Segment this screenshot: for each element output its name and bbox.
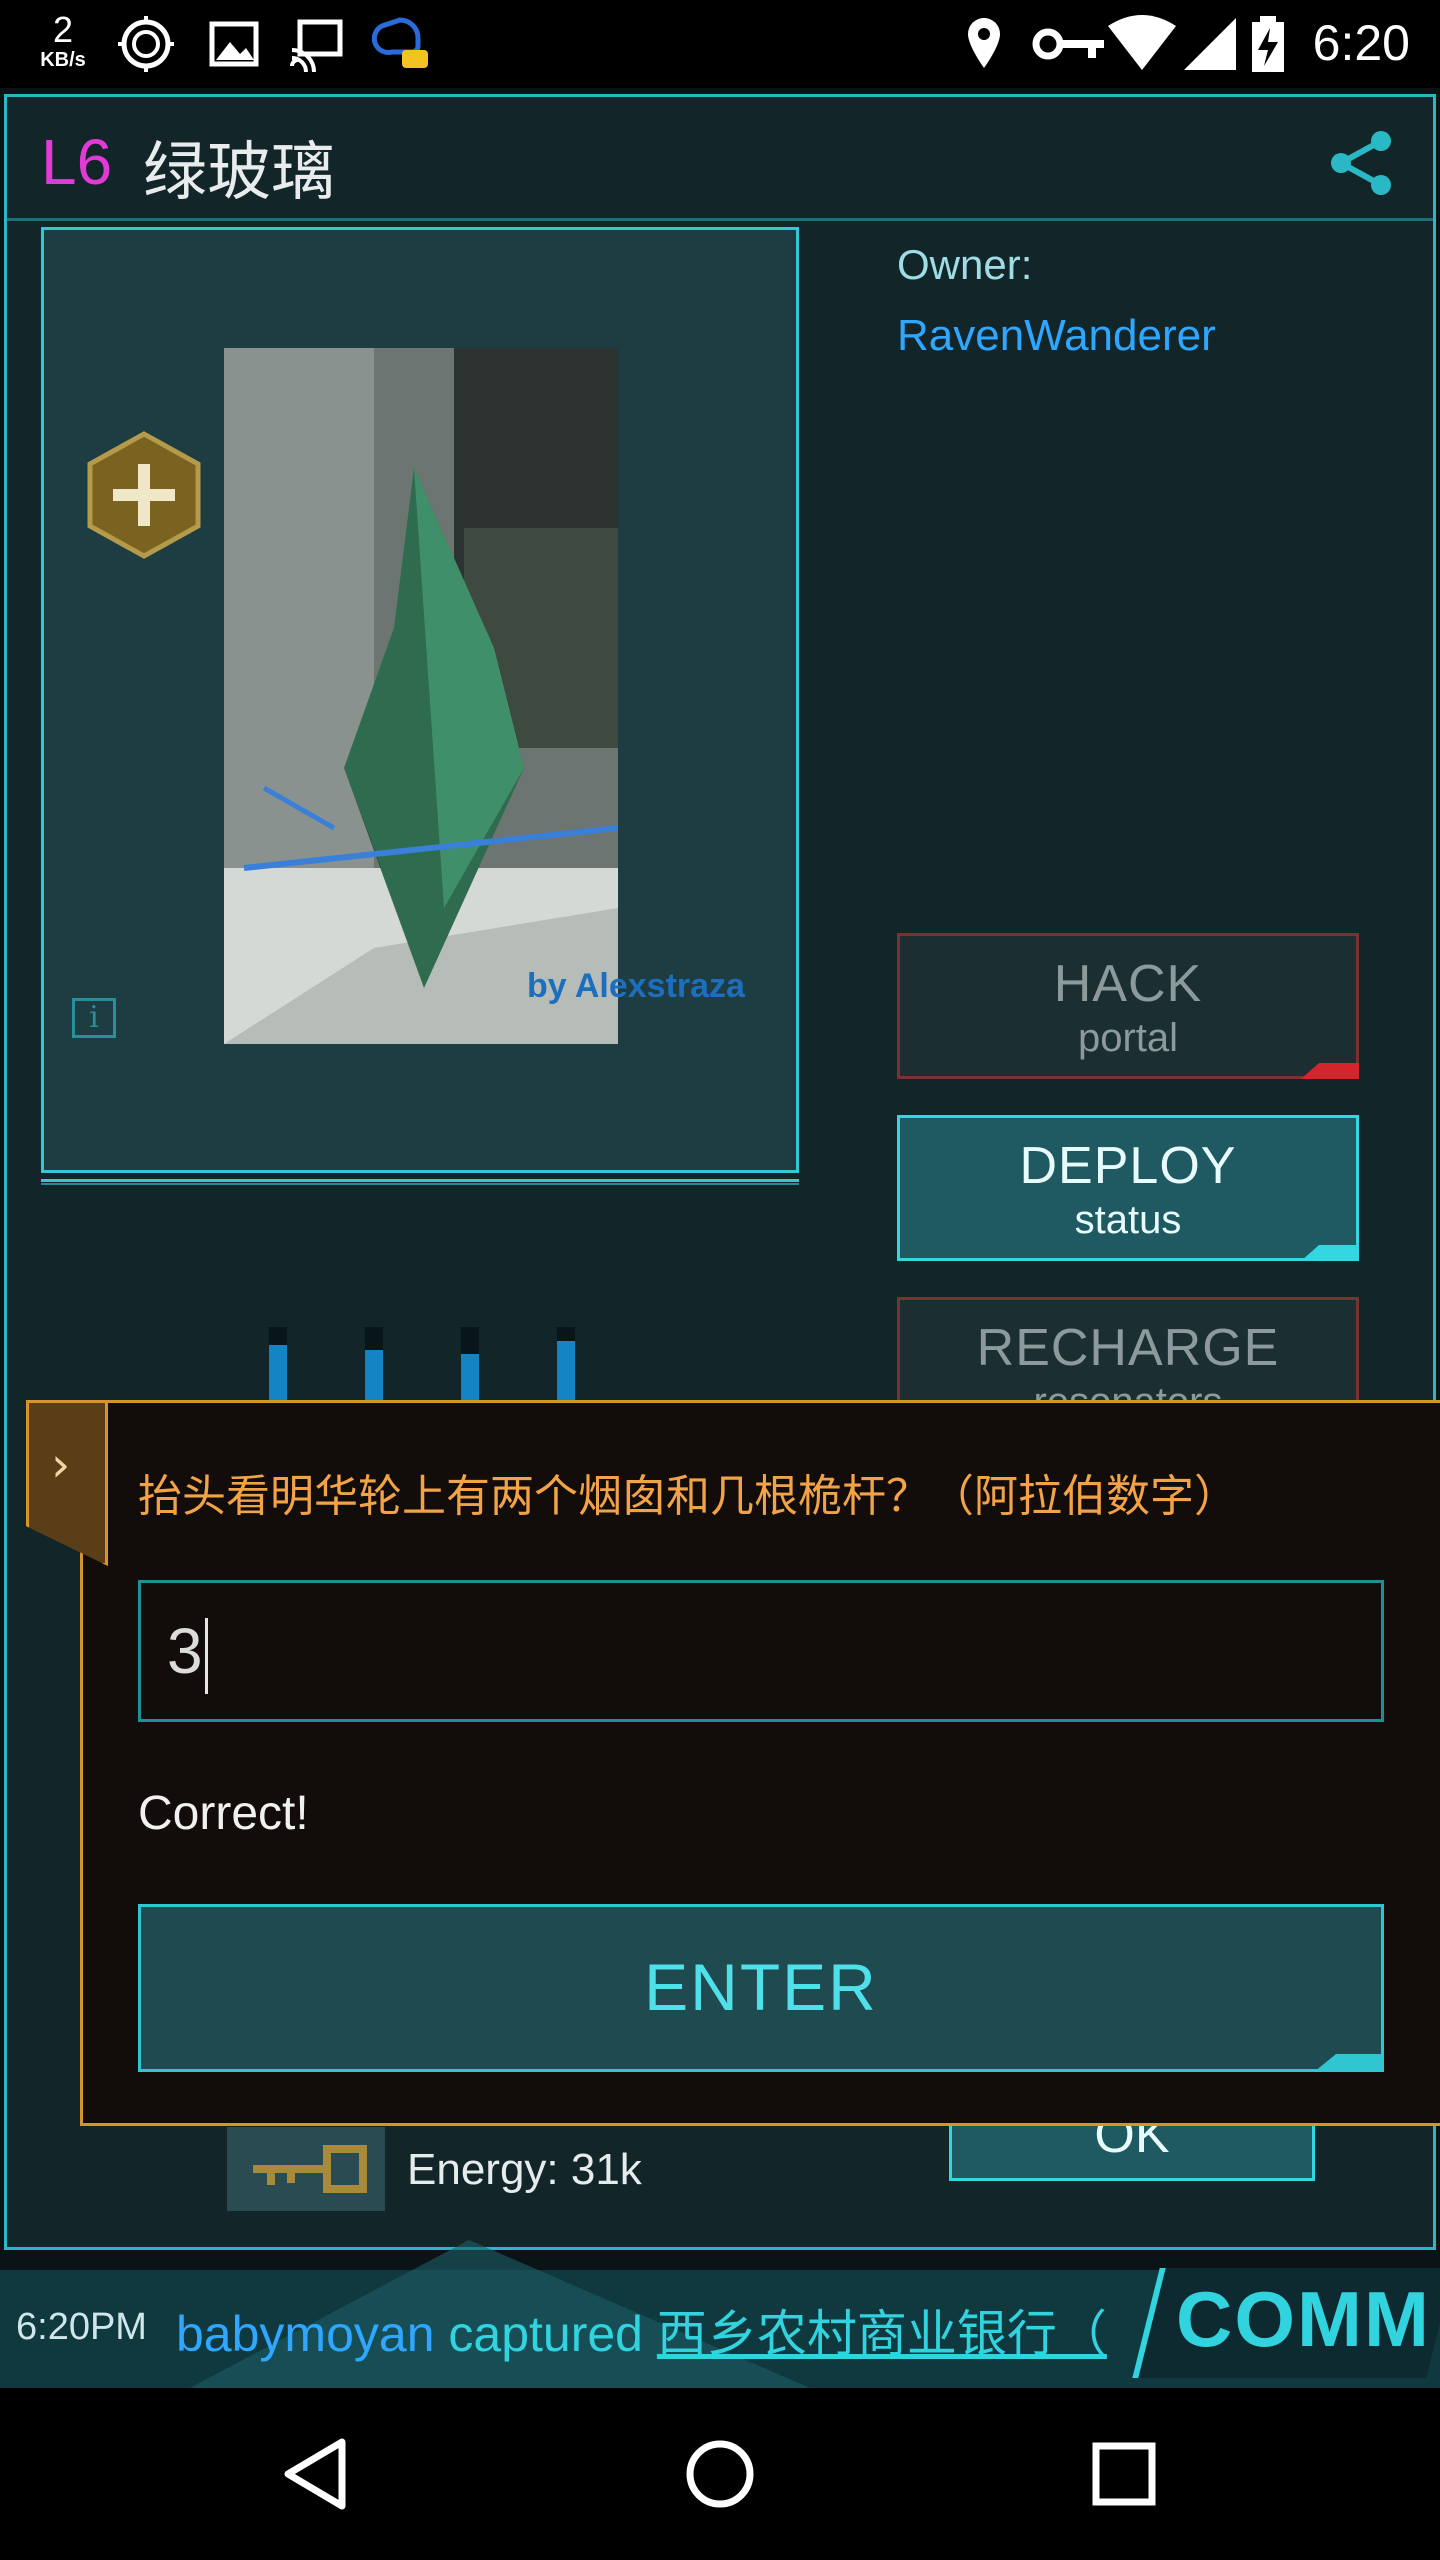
network-speed-unit: KB/s: [40, 49, 86, 71]
home-icon[interactable]: [670, 2424, 770, 2524]
network-speed-indicator: 2 KB/s: [30, 9, 96, 71]
gallery-icon: [209, 21, 259, 67]
deploy-button-label: DEPLOY: [1019, 1137, 1237, 1195]
deploy-button-corner: [1301, 1245, 1359, 1261]
share-icon[interactable]: [1325, 127, 1397, 199]
signal-icon: [1184, 18, 1236, 70]
portal-key-tile[interactable]: [227, 2127, 385, 2211]
hack-button-label: HACK: [1053, 955, 1203, 1013]
cast-icon: [290, 19, 343, 73]
dialog-question: 抬头看明华轮上有两个烟囱和几根桅杆？（阿拉伯数字）: [138, 1471, 1238, 1522]
portal-title-bar: L6 绿玻璃: [7, 97, 1433, 221]
portal-key-icon: [253, 2145, 367, 2193]
owner-label: Owner:: [897, 241, 1033, 288]
comm-portal-link[interactable]: 西乡农村商业银行（: [657, 2305, 1107, 2363]
navigation-bar: [0, 2388, 1440, 2560]
portal-info-icon[interactable]: i: [72, 998, 116, 1038]
hack-button-corner: [1301, 1063, 1359, 1079]
photo-credit[interactable]: by Alexstraza: [527, 967, 745, 1006]
chat-bubble-icon: [372, 17, 428, 68]
battery-icon: [1252, 16, 1284, 72]
deploy-button-sublabel: status: [1074, 1198, 1182, 1242]
deploy-status-button[interactable]: DEPLOY status: [897, 1115, 1359, 1261]
key-icon: [1032, 28, 1104, 60]
green-glass-sculpture-image: [224, 348, 618, 1044]
clock: 6:20: [1312, 15, 1410, 71]
back-icon[interactable]: [266, 2424, 366, 2524]
image-frame-underline: [41, 1179, 799, 1185]
portal-photo[interactable]: [224, 348, 618, 1044]
portal-name: 绿玻璃: [143, 136, 335, 210]
status-bar: 2 KB/s 6:20: [0, 0, 1440, 88]
network-speed-value: 2: [52, 9, 74, 50]
comm-action: captured: [448, 2306, 643, 2362]
answer-result: Correct!: [138, 1787, 309, 1840]
portal-level: L6: [41, 126, 113, 198]
answer-value: 3: [167, 1615, 203, 1687]
enter-button-corner: [1314, 2054, 1384, 2072]
text-caret: [204, 1618, 208, 1695]
energy-readout: Energy: 31k: [407, 2145, 642, 2194]
cpu-icon: [118, 16, 174, 72]
answer-input[interactable]: 3: [138, 1580, 1384, 1722]
owner-name[interactable]: RavenWanderer: [897, 311, 1216, 361]
wifi-icon: [1108, 15, 1176, 70]
comm-button-label[interactable]: COMM: [1176, 2274, 1431, 2365]
comm-timestamp: 6:20PM: [16, 2306, 147, 2348]
add-mod-icon[interactable]: [86, 430, 202, 560]
chevron-right-icon: ›: [51, 1437, 71, 1493]
location-icon: [968, 18, 1000, 68]
portal-image-frame: i: [41, 227, 799, 1173]
enter-button-label: ENTER: [644, 1950, 878, 2024]
hack-button-sublabel: portal: [1077, 1016, 1179, 1060]
enter-button[interactable]: ENTER: [138, 1904, 1384, 2072]
hack-portal-button[interactable]: HACK portal: [897, 933, 1359, 1079]
recharge-button-label: RECHARGE: [976, 1319, 1280, 1377]
comm-agent-name[interactable]: babymoyan: [176, 2306, 435, 2362]
comm-message[interactable]: babymoyan captured 西乡农村商业银行（: [176, 2294, 1136, 2366]
recents-icon[interactable]: [1074, 2424, 1174, 2524]
